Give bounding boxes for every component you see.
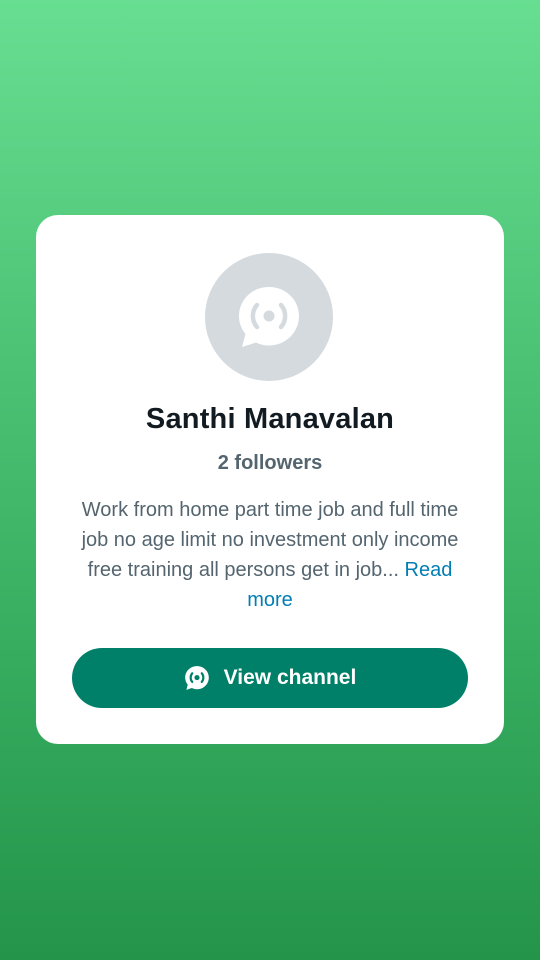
followers-count: 2 followers	[217, 452, 323, 474]
channel-broadcast-icon	[239, 287, 299, 347]
channel-name: Santhi Manavalan	[145, 403, 395, 435]
channel-card: Santhi Manavalan 2 followers Work from h…	[36, 215, 504, 744]
channel-avatar	[205, 253, 333, 381]
view-channel-label: View channel	[223, 666, 357, 689]
channel-description: Work from home part time job and full ti…	[72, 495, 468, 615]
description-text: Work from home part time job and full ti…	[81, 499, 459, 581]
view-channel-button[interactable]: View channel	[72, 648, 468, 708]
channel-icon	[184, 665, 210, 691]
